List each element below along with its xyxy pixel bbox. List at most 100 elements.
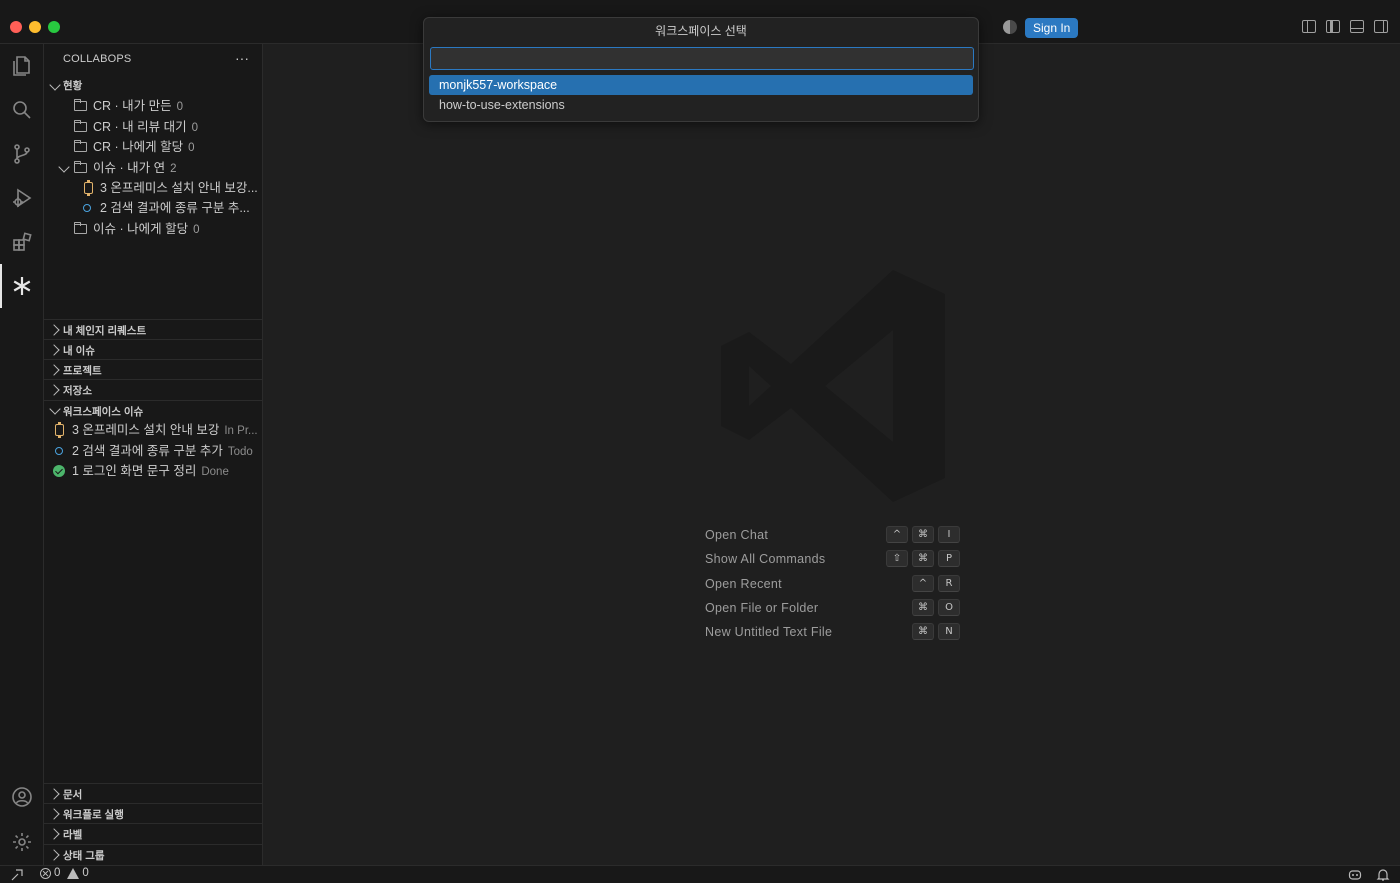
collabops-sidebar: COLLABOPS ··· 현황 CR · 내가 만든 0 CR · 내 리뷰 대… (44, 44, 263, 865)
chevron-right-icon (48, 828, 60, 840)
chevron-right-icon (48, 344, 60, 356)
section-status-groups[interactable]: 상태 그룹 (44, 844, 263, 864)
problems-indicator[interactable]: 0 0 (40, 867, 89, 879)
issue-title: 1 로그인 화면 문구 정리 (72, 464, 197, 478)
section-status[interactable]: 현황 (44, 76, 263, 96)
issue-state: Done (201, 466, 229, 478)
account-icon[interactable] (0, 775, 44, 819)
folder-icon (73, 160, 87, 173)
quick-pick-item[interactable]: how-to-use-extensions (429, 95, 973, 115)
issue-state: Todo (227, 446, 253, 458)
section-my-issues[interactable]: 내 이슈 (44, 339, 263, 359)
shortcut-open-recent[interactable]: Open Recent ^ R (705, 573, 960, 597)
chevron-right-icon (48, 788, 60, 800)
tree-item-label: CR · 나에게 할당 (93, 140, 184, 154)
shortcut-open-chat[interactable]: Open Chat ^ ⌘ I (705, 524, 960, 548)
tree-item-cr-created[interactable]: CR · 내가 만든 0 (44, 96, 263, 116)
keycap: O (938, 598, 960, 616)
tree-item-count: 0 (176, 101, 184, 113)
tree-item-issue-3[interactable]: 3 온프레미스 설치 안내 보강... (44, 178, 263, 198)
section-labels[interactable]: 라벨 (44, 823, 263, 843)
tree-item-label: 이슈 · 내가 연 (93, 161, 166, 175)
quick-pick-title: 워크스페이스 선택 (655, 24, 747, 38)
todo-circle-icon (83, 204, 91, 212)
tree-item-issue-2[interactable]: 2 검색 결과에 종류 구분 추... (44, 198, 263, 218)
section-workflow-runs[interactable]: 워크플로 실행 (44, 803, 263, 823)
sidebar-header: COLLABOPS ··· (44, 44, 263, 76)
close-window-button[interactable] (10, 21, 22, 33)
workspace-issue-1[interactable]: 1 로그인 화면 문구 정리 Done (44, 461, 263, 481)
copilot-status-icon[interactable] (1003, 20, 1017, 34)
chevron-down-icon (49, 79, 61, 91)
folder-icon (73, 119, 87, 132)
issue-state: In Pr... (224, 425, 258, 437)
search-icon[interactable] (0, 88, 44, 132)
issue-title: 3 온프레미스 설치 안내 보강 (72, 423, 220, 437)
more-actions-icon[interactable]: ··· (235, 50, 249, 66)
tree-item-cr-review[interactable]: CR · 내 리뷰 대기 0 (44, 117, 263, 137)
error-count: 0 (54, 867, 61, 879)
remote-indicator-icon[interactable] (10, 868, 24, 882)
tree-item-label: 2 검색 결과에 종류 구분 추... (100, 201, 250, 215)
todo-circle-icon (55, 447, 63, 455)
toggle-primary-sidebar-icon[interactable] (1326, 20, 1340, 33)
files-icon[interactable] (0, 44, 44, 88)
chevron-down-icon (49, 403, 61, 415)
section-documents[interactable]: 문서 (44, 783, 263, 803)
error-icon (40, 867, 51, 879)
workspace-issue-2[interactable]: 2 검색 결과에 종류 구분 추가 Todo (44, 441, 263, 461)
toggle-secondary-sidebar-icon[interactable] (1374, 20, 1388, 33)
chevron-right-icon (48, 384, 60, 396)
section-workspace-issues[interactable]: 워크스페이스 이슈 (44, 400, 263, 420)
chevron-right-icon (48, 324, 60, 336)
vscode-logo-watermark-icon (721, 270, 945, 502)
tree-item-count: 2 (170, 163, 177, 175)
keycap: ⇧ (886, 550, 908, 568)
zoom-window-button[interactable] (48, 21, 60, 33)
collabops-asterisk-icon[interactable] (0, 264, 44, 308)
tree-item-count: 0 (188, 142, 195, 154)
keycap: I (938, 526, 960, 543)
quick-pick-item-selected[interactable]: monjk557-workspace (429, 75, 973, 95)
tree-item-issues-assigned[interactable]: 이슈 · 나에게 할당 0 (44, 219, 263, 239)
keycap: ⌘ (912, 526, 934, 543)
customize-layout-icon[interactable] (1302, 20, 1316, 33)
keycap: R (938, 574, 960, 592)
tree-item-label: CR · 내 리뷰 대기 (93, 120, 187, 134)
section-repositories[interactable]: 저장소 (44, 379, 263, 399)
keycap: N (938, 623, 960, 641)
status-bar: 0 0 (0, 865, 1400, 883)
workspace-issue-3[interactable]: 3 온프레미스 설치 안내 보강 In Pr... (44, 420, 263, 440)
issue-title: 2 검색 결과에 종류 구분 추가 (72, 444, 223, 458)
sign-in-button[interactable]: Sign In (1025, 18, 1079, 38)
extensions-icon[interactable] (0, 220, 44, 264)
keycap: P (938, 550, 960, 568)
folder-icon (73, 221, 87, 234)
done-check-icon (53, 465, 65, 477)
shortcut-open-file-or-folder[interactable]: Open File or Folder ⌘ O (705, 597, 960, 621)
notifications-bell-icon[interactable] (1376, 868, 1390, 881)
tree-item-cr-assigned[interactable]: CR · 나에게 할당 0 (44, 137, 263, 157)
shortcut-new-untitled-file[interactable]: New Untitled Text File ⌘ N (705, 621, 960, 645)
warning-icon (67, 867, 80, 879)
tree-item-label: CR · 내가 만든 (93, 99, 172, 113)
keycap: ^ (912, 574, 934, 592)
copilot-icon[interactable] (1348, 868, 1362, 881)
chevron-right-icon (48, 808, 60, 820)
keycap: ⌘ (912, 550, 934, 568)
tree-item-label: 3 온프레미스 설치 안내 보강... (100, 181, 258, 195)
shortcut-show-all-commands[interactable]: Show All Commands ⇧ ⌘ P (705, 548, 960, 572)
gear-icon[interactable] (0, 820, 44, 864)
in-progress-icon (55, 422, 64, 438)
source-control-icon[interactable] (0, 132, 44, 176)
quick-pick-input[interactable] (430, 47, 974, 70)
minimize-window-button[interactable] (29, 21, 41, 33)
welcome-shortcuts: Open Chat ^ ⌘ I Show All Commands ⇧ ⌘ P … (705, 524, 960, 645)
tree-item-issues-opened[interactable]: 이슈 · 내가 연 2 (44, 158, 263, 178)
editor-area: Open Chat ^ ⌘ I Show All Commands ⇧ ⌘ P … (263, 44, 1400, 865)
toggle-panel-icon[interactable] (1350, 20, 1364, 33)
run-debug-icon[interactable] (0, 176, 44, 220)
section-my-change-requests[interactable]: 내 체인지 리퀘스트 (44, 319, 263, 339)
section-projects[interactable]: 프로젝트 (44, 359, 263, 379)
tree-item-count: 0 (191, 122, 199, 134)
